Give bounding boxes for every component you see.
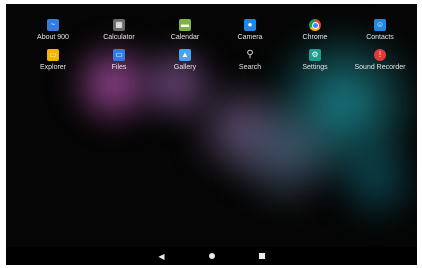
chart-icon: ~: [47, 19, 59, 31]
calendar-icon: ▬: [179, 19, 191, 31]
app-label: Files: [111, 64, 127, 71]
app-label: Camera: [237, 34, 263, 41]
search-icon: ⚲: [246, 49, 254, 60]
app-label: Search: [238, 64, 262, 71]
app-camera[interactable]: ● Camera: [219, 19, 281, 41]
files-icon: ▭: [113, 49, 125, 61]
camera-icon: ●: [244, 19, 256, 31]
recents-button[interactable]: [257, 253, 267, 259]
app-label: Gallery: [173, 64, 197, 71]
app-about-900[interactable]: ~ About 900: [22, 19, 84, 41]
app-label: Settings: [302, 64, 328, 71]
app-files[interactable]: ▭ Files: [88, 49, 150, 71]
gallery-icon: ▲: [179, 49, 191, 61]
wallpaper-smoke-dark-teal: [326, 134, 417, 224]
app-label: Sound Recorder: [354, 64, 406, 71]
app-contacts[interactable]: ☺ Contacts: [349, 19, 411, 41]
gear-icon: ⚙: [309, 49, 321, 61]
navigation-bar: ◀: [6, 247, 417, 265]
home-button[interactable]: [207, 253, 217, 259]
chrome-icon: [309, 19, 321, 31]
app-calculator[interactable]: ▦ Calculator: [88, 19, 150, 41]
app-explorer[interactable]: ▭ Explorer: [22, 49, 84, 71]
microphone-icon: !: [374, 49, 386, 61]
app-gallery[interactable]: ▲ Gallery: [154, 49, 216, 71]
home-screen: ~ About 900 ▦ Calculator ▬ Calendar ● Ca…: [6, 4, 417, 265]
app-chrome[interactable]: Chrome: [284, 19, 346, 41]
app-label: Chrome: [302, 34, 328, 41]
app-label: Calculator: [103, 34, 135, 41]
app-calendar[interactable]: ▬ Calendar: [154, 19, 216, 41]
app-sound-recorder[interactable]: ! Sound Recorder: [349, 49, 411, 71]
folder-icon: ▭: [47, 49, 59, 61]
recents-square-icon: [258, 253, 265, 259]
app-label: Contacts: [366, 34, 394, 41]
app-search[interactable]: ⚲ Search: [219, 49, 281, 72]
app-label: About 900: [37, 34, 69, 41]
home-dot-icon: [208, 253, 215, 259]
app-label: Explorer: [39, 64, 67, 71]
back-button[interactable]: ◀: [157, 252, 167, 261]
app-settings[interactable]: ⚙ Settings: [284, 49, 346, 71]
calculator-icon: ▦: [113, 19, 125, 31]
app-label: Calendar: [170, 34, 200, 41]
contacts-icon: ☺: [374, 19, 386, 31]
